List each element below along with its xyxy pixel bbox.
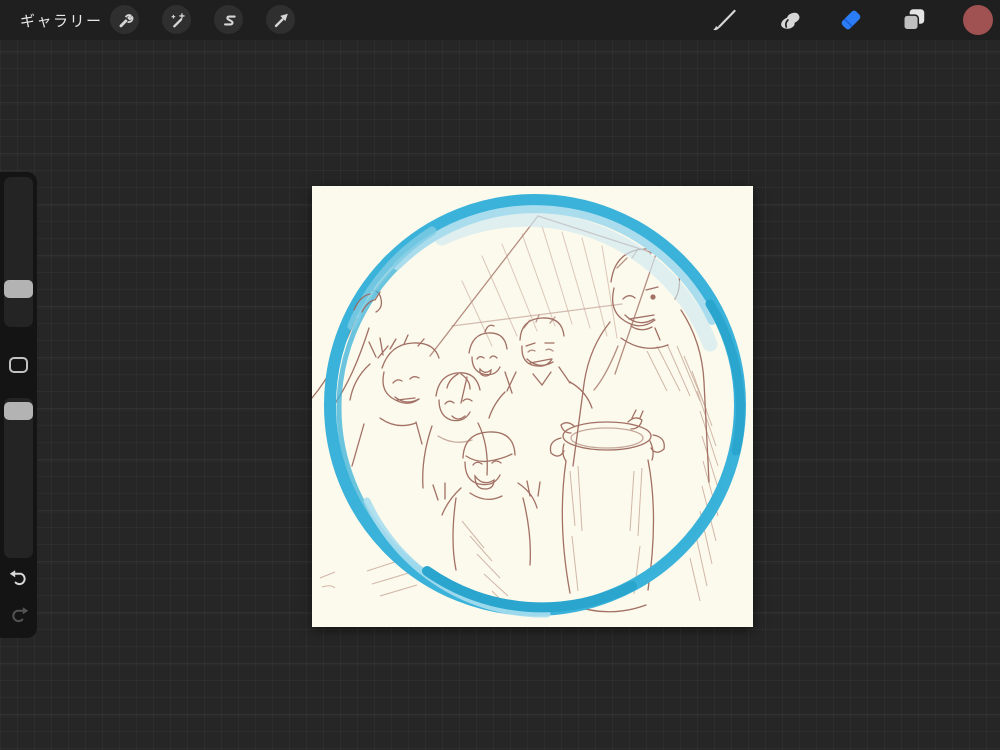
canvas[interactable] [312, 186, 753, 627]
top-toolbar: ギャラリー [0, 0, 1000, 40]
transform-button[interactable] [266, 5, 295, 34]
eraser-icon [841, 10, 861, 30]
eraser-tool-button[interactable] [836, 5, 866, 35]
opacity-slider[interactable] [4, 398, 33, 558]
modify-button[interactable] [9, 357, 28, 373]
smudge-icon [781, 12, 800, 29]
brush-size-handle[interactable] [4, 280, 33, 298]
actions-button[interactable] [110, 5, 139, 34]
side-toolbar [0, 172, 37, 638]
selection-button[interactable] [214, 5, 243, 34]
transform-arrow-icon [274, 13, 288, 27]
redo-button[interactable] [8, 605, 30, 625]
layers-icon [903, 9, 925, 31]
brush-size-slider[interactable] [4, 177, 33, 327]
smudge-tool-button[interactable] [774, 5, 804, 35]
canvas-artwork [312, 186, 753, 627]
magic-wand-icon [170, 12, 185, 27]
wrench-icon [119, 13, 133, 27]
undo-button[interactable] [8, 568, 30, 588]
paint-tool-button[interactable] [711, 5, 741, 35]
gallery-button[interactable]: ギャラリー [20, 0, 103, 40]
redo-icon [12, 607, 29, 623]
layers-button[interactable] [899, 5, 929, 35]
opacity-handle[interactable] [4, 402, 33, 420]
color-swatch-dot [963, 5, 993, 35]
brush-icon [713, 9, 736, 31]
undo-icon [9, 570, 26, 586]
color-swatch-button[interactable] [963, 5, 993, 35]
adjustments-button[interactable] [162, 5, 191, 34]
selection-s-icon [223, 15, 236, 25]
